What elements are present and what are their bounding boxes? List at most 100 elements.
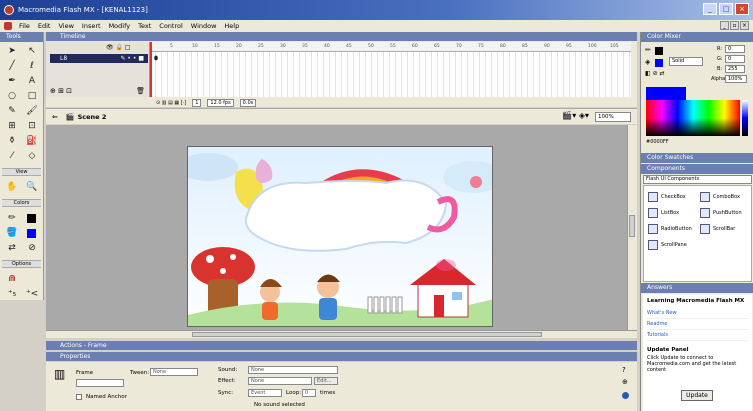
menu-modify[interactable]: Modify (105, 22, 135, 30)
update-button[interactable]: Update (681, 390, 713, 401)
zoom-select[interactable]: 100% (595, 112, 631, 122)
blue-input[interactable]: 255 (725, 65, 745, 73)
stage-area[interactable] (46, 125, 627, 335)
vscroll-thumb[interactable] (629, 215, 635, 237)
pen-tool-icon[interactable]: ✒ (4, 75, 20, 88)
component-checkbox[interactable]: CheckBox (648, 192, 686, 202)
center-frame-icon[interactable]: ⊙ ▥ ▤ ▦ [·] (156, 100, 186, 106)
stage-canvas[interactable] (187, 146, 493, 327)
menu-window[interactable]: Window (187, 22, 221, 30)
mixer-stroke-swatch[interactable] (655, 47, 663, 55)
timeline-header[interactable]: Timeline (46, 32, 637, 41)
timeline-ruler[interactable]: 5 10 15 20 25 30 35 40 45 50 55 60 65 70 75 80 85 90 95 100… (150, 42, 631, 52)
menu-text[interactable]: Text (134, 22, 155, 30)
stage-horizontal-scrollbar[interactable] (46, 330, 637, 338)
zoom-tool-icon[interactable]: 🔍 (24, 181, 40, 194)
free-transform-tool-icon[interactable]: ⊞ (4, 120, 20, 133)
doc-minimize-button[interactable]: _ (720, 21, 729, 30)
stroke-color-icon[interactable]: ✏ (4, 212, 20, 225)
component-set-select[interactable]: Flash UI Components (643, 175, 752, 184)
actions-panel-header[interactable]: Actions - Frame (46, 341, 637, 350)
keyframe-marker[interactable] (154, 55, 158, 61)
sync-select[interactable]: Event (248, 389, 282, 397)
oval-tool-icon[interactable]: ○ (4, 90, 20, 103)
fill-color-icon[interactable]: 🪣 (4, 227, 20, 240)
menu-file[interactable]: File (15, 22, 34, 30)
stage-vertical-scrollbar[interactable] (627, 125, 637, 335)
components-header[interactable]: Components (641, 164, 753, 174)
text-tool-icon[interactable]: A (24, 75, 40, 88)
menu-control[interactable]: Control (155, 22, 187, 30)
edit-button[interactable]: Edit... (314, 377, 338, 385)
fill-color-swatch[interactable] (27, 229, 36, 238)
readme-link[interactable]: Readme (647, 319, 748, 330)
green-input[interactable]: 0 (725, 55, 745, 63)
hscroll-thumb[interactable] (192, 332, 542, 337)
sound-select[interactable]: None (248, 366, 338, 374)
whats-new-link[interactable]: What's New (647, 308, 748, 319)
frame-name-input[interactable] (76, 379, 124, 387)
lasso-tool-icon[interactable]: ℓ (24, 60, 40, 73)
menu-help[interactable]: Help (220, 22, 243, 30)
no-color-icon[interactable]: ⊘ (24, 242, 40, 255)
loop-input[interactable]: 0 (302, 389, 316, 397)
delete-layer-icon[interactable]: 🗑 (136, 87, 145, 95)
properties-panel-header[interactable]: Properties (46, 352, 637, 361)
stroke-color-swatch[interactable] (27, 214, 36, 223)
smooth-icon[interactable]: ⁺₅ (4, 288, 20, 301)
help-icon[interactable]: ? (622, 366, 626, 374)
doc-close-button[interactable]: × (740, 21, 749, 30)
menu-edit[interactable]: Edit (34, 22, 55, 30)
accessibility-icon[interactable]: ⊕ (622, 378, 628, 386)
back-arrow-icon[interactable]: ⇐ (52, 113, 58, 121)
effect-select[interactable]: None (248, 377, 312, 385)
add-layer-icons[interactable]: ⊕ ⊞ ⊡ (50, 87, 72, 95)
line-tool-icon[interactable]: ╱ (4, 60, 20, 73)
color-spectrum[interactable] (646, 100, 740, 136)
snap-magnet-icon[interactable]: ⋒ (4, 273, 20, 286)
component-radiobutton[interactable]: RadioButton (648, 224, 692, 234)
brush-tool-icon[interactable]: 🖌 (24, 105, 40, 118)
fill-type-select[interactable]: Solid (669, 57, 703, 66)
tween-select[interactable]: None (150, 368, 198, 376)
component-scrollbar[interactable]: ScrollBar (700, 224, 735, 234)
component-listbox[interactable]: ListBox (648, 208, 679, 218)
minimize-button[interactable]: _ (703, 3, 717, 15)
expand-properties-icon[interactable] (622, 392, 629, 399)
swap-mixer-icons[interactable]: ◧ ⊘ ⇄ (645, 70, 665, 77)
pencil-tool-icon[interactable]: ✎ (4, 105, 20, 118)
ruler-tick-label: 55 (390, 44, 396, 49)
menu-view[interactable]: View (54, 22, 77, 30)
arrow-tool-icon[interactable]: ➤ (4, 45, 20, 58)
brightness-slider[interactable] (742, 100, 748, 136)
color-mixer-header[interactable]: Color Mixer (641, 32, 753, 42)
color-swatches-header[interactable]: Color Swatches (641, 153, 753, 163)
named-anchor-checkbox[interactable] (76, 394, 82, 400)
component-combobox[interactable]: ComboBox (700, 192, 740, 202)
doc-restore-button[interactable]: ▫ (730, 21, 739, 30)
paint-bucket-tool-icon[interactable]: ⛽ (24, 135, 40, 148)
red-input[interactable]: 0 (725, 45, 745, 53)
mixer-fill-swatch[interactable] (655, 59, 663, 67)
close-button[interactable]: × (735, 3, 749, 15)
layer-row[interactable]: L8 ✎ • • ■ (50, 54, 148, 63)
hand-tool-icon[interactable]: ✋ (4, 181, 20, 194)
answers-header[interactable]: Answers (641, 283, 753, 293)
eraser-tool-icon[interactable]: ◇ (24, 150, 40, 163)
component-scrollpane[interactable]: ScrollPane (648, 240, 687, 250)
alpha-input[interactable]: 100% (725, 75, 747, 83)
subselect-tool-icon[interactable]: ↖ (24, 45, 40, 58)
maximize-button[interactable]: □ (719, 3, 733, 15)
tools-header[interactable]: Tools (0, 32, 43, 42)
tutorials-link[interactable]: Tutorials (647, 330, 748, 341)
menu-insert[interactable]: Insert (78, 22, 105, 30)
eyedropper-tool-icon[interactable]: ⁄ (4, 150, 20, 163)
straighten-icon[interactable]: ⁺< (24, 288, 40, 301)
rectangle-tool-icon[interactable]: □ (24, 90, 40, 103)
fill-transform-tool-icon[interactable]: ⊡ (24, 120, 40, 133)
edit-scene-symbol-icons[interactable]: 🎬▾ ◈▾ (562, 111, 589, 120)
ink-bottle-tool-icon[interactable]: ⚱ (4, 135, 20, 148)
playhead[interactable] (150, 42, 152, 97)
swap-colors-icon[interactable]: ⇄ (4, 242, 20, 255)
component-pushbutton[interactable]: PushButton (700, 208, 742, 218)
